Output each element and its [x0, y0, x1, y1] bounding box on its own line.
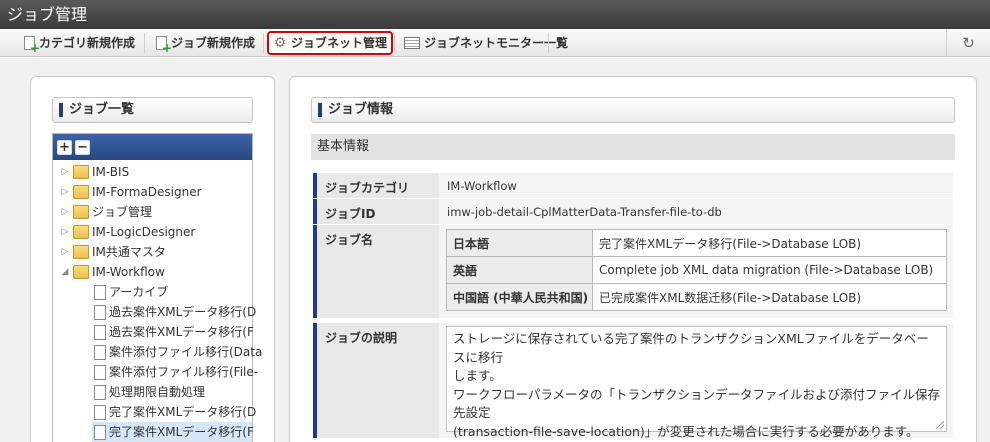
locale-value: Complete job XML data migration (File->D…	[592, 256, 947, 284]
job-info-heading: ジョブ情報	[311, 97, 955, 123]
tree-item-im-logicdesigner[interactable]: ▷ IM-LogicDesigner	[60, 222, 195, 242]
toolbar-separator	[394, 33, 395, 53]
job-name-label: ジョブ名	[313, 225, 439, 318]
job-name-row: ジョブ名 日本語 完了案件XMLデータ移行(File->Database LOB…	[313, 225, 953, 318]
toolbar-separator	[263, 33, 264, 53]
locale-label: 中国語 (中華人民共和国)	[446, 283, 593, 311]
job-name-locale-table: 日本語 完了案件XMLデータ移行(File->Database LOB) 英語 …	[446, 229, 947, 311]
tree-item-label: 過去案件XMLデータ移行(D	[109, 305, 257, 319]
description-line: ワークフローパラメータの「トランザクションデータファイルおよび添付ファイル保存先…	[453, 386, 941, 421]
tree-item-im-bis[interactable]: ▷ IM-BIS	[60, 162, 129, 182]
jobnet-management-label: ジョブネット管理	[291, 36, 388, 50]
job-list-heading: ジョブ一覧	[52, 97, 253, 123]
job-page-icon	[94, 284, 106, 300]
refresh-icon[interactable]: ↻	[946, 29, 990, 57]
tree-item-label: 案件添付ファイル移行(Data	[109, 345, 263, 359]
job-category-label: ジョブカテゴリ	[313, 173, 439, 198]
tree-item-im-common-master[interactable]: ▷ IM共通マスタ	[60, 242, 166, 262]
tree-item-job[interactable]: 完了案件XMLデータ移行(D	[94, 402, 256, 422]
folder-open-icon	[73, 265, 89, 279]
new-document-icon	[24, 36, 40, 54]
new-category-button[interactable]: カテゴリ新規作成	[20, 31, 139, 55]
locale-label: 日本語	[446, 229, 593, 257]
job-category-value: IM-Workflow	[439, 173, 953, 198]
tree-item-label: 過去案件XMLデータ移行(F	[109, 325, 254, 339]
table-row: 中国語 (中華人民共和国) 已完成案件XML数据迁移(File->Databas…	[446, 283, 947, 311]
locale-value: 完了案件XMLデータ移行(File->Database LOB)	[592, 229, 947, 257]
description-line: (transaction-file-save-location)」が変更された場…	[453, 423, 919, 439]
folder-icon	[73, 245, 89, 259]
tree-item-label: ジョブ管理	[92, 205, 153, 219]
job-page-icon	[94, 364, 106, 380]
tree-item-label: IM-LogicDesigner	[92, 225, 196, 239]
job-page-icon	[94, 424, 106, 440]
tree-item-job[interactable]: 案件添付ファイル移行(Data	[94, 342, 262, 362]
caret-right-icon[interactable]: ▷	[60, 202, 70, 222]
tree-item-label: 完了案件XMLデータ移行(D	[109, 405, 257, 419]
tree-item-label: IM-BIS	[92, 165, 130, 179]
tree-item-job[interactable]: 処理期限自動処理	[94, 382, 205, 402]
tree-toolbar: + −	[53, 134, 252, 160]
tree-item-label: IM-Workflow	[92, 265, 165, 279]
resize-grip-icon[interactable]	[936, 421, 944, 429]
job-id-row: ジョブID imw-job-detail-CplMatterData-Trans…	[313, 199, 953, 224]
tree-item-im-workflow[interactable]: ◢ IM-Workflow	[60, 262, 165, 282]
jobnet-monitor-list-label: ジョブネットモニター一覧	[424, 36, 569, 50]
job-description-row: ジョブの説明 ストレージに保存されている完了案件のトランザクションXMLファイル…	[313, 323, 953, 439]
description-line: します。	[453, 368, 502, 383]
tree-item-job[interactable]: 過去案件XMLデータ移行(D	[94, 302, 256, 322]
folder-icon	[73, 225, 89, 239]
locale-label: 英語	[446, 256, 593, 284]
tree-item-job[interactable]: 案件添付ファイル移行(File-	[94, 362, 258, 382]
new-document-icon	[156, 36, 172, 54]
folder-icon	[73, 165, 89, 179]
locale-value: 已完成案件XML数据迁移(File->Database LOB)	[592, 283, 947, 311]
toolbar-separator	[548, 33, 549, 53]
jobnet-monitor-list-button[interactable]: ジョブネットモニター一覧	[400, 31, 572, 55]
folder-icon	[73, 185, 89, 199]
table-row: 日本語 完了案件XMLデータ移行(File->Database LOB)	[446, 229, 947, 257]
list-icon	[404, 37, 420, 49]
job-page-icon	[94, 324, 106, 340]
job-description-label: ジョブの説明	[313, 323, 439, 438]
tree-item-label: 完了案件XMLデータ移行(F	[109, 425, 254, 439]
new-job-label: ジョブ新規作成	[171, 36, 256, 50]
tree-item-job[interactable]: 過去案件XMLデータ移行(F	[94, 322, 254, 342]
basic-info-heading: 基本情報	[311, 134, 955, 160]
tree-item-job[interactable]: アーカイブ	[94, 282, 168, 302]
tree-item-im-formadesigner[interactable]: ▷ IM-FormaDesigner	[60, 182, 202, 202]
caret-right-icon[interactable]: ▷	[60, 162, 70, 182]
tree-item-label: IM共通マスタ	[92, 245, 166, 259]
toolbar: カテゴリ新規作成 ジョブ新規作成 ⚙ ジョブネット管理 ジョブネットモニター一覧…	[0, 29, 990, 57]
expand-all-button[interactable]: +	[57, 139, 72, 155]
job-page-icon	[94, 304, 106, 320]
new-job-button[interactable]: ジョブ新規作成	[152, 31, 259, 55]
tree-item-job-selected[interactable]: 完了案件XMLデータ移行(F	[92, 422, 254, 442]
caret-right-icon[interactable]: ▷	[60, 182, 70, 202]
description-line: ストレージに保存されている完了案件のトランザクションXMLファイルをデータベース…	[453, 331, 929, 365]
tree-item-label: 処理期限自動処理	[109, 385, 206, 399]
job-page-icon	[94, 404, 106, 420]
job-id-value: imw-job-detail-CplMatterData-Transfer-fi…	[439, 199, 953, 224]
tree-item-label: IM-FormaDesigner	[92, 185, 202, 199]
folder-icon	[73, 205, 89, 219]
gear-icon: ⚙	[273, 35, 287, 51]
job-page-icon	[94, 384, 106, 400]
job-category-row: ジョブカテゴリ IM-Workflow	[313, 173, 953, 198]
tree-item-job-management[interactable]: ▷ ジョブ管理	[60, 202, 152, 222]
job-id-label: ジョブID	[313, 199, 439, 224]
caret-down-icon[interactable]: ◢	[60, 262, 70, 282]
app-title: ジョブ管理	[0, 0, 990, 29]
collapse-all-button[interactable]: −	[75, 139, 90, 155]
table-row: 英語 Complete job XML data migration (File…	[446, 256, 947, 284]
toolbar-separator	[144, 33, 145, 53]
job-page-icon	[94, 344, 106, 360]
jobnet-management-button[interactable]: ⚙ ジョブネット管理	[267, 31, 394, 55]
caret-right-icon[interactable]: ▷	[60, 242, 70, 262]
new-category-label: カテゴリ新規作成	[39, 36, 136, 50]
tree-item-label: アーカイブ	[109, 285, 169, 299]
tree-item-label: 案件添付ファイル移行(File-	[109, 365, 259, 379]
caret-right-icon[interactable]: ▷	[60, 222, 70, 242]
job-description-textarea[interactable]: ストレージに保存されている完了案件のトランザクションXMLファイルをデータベース…	[446, 326, 947, 439]
